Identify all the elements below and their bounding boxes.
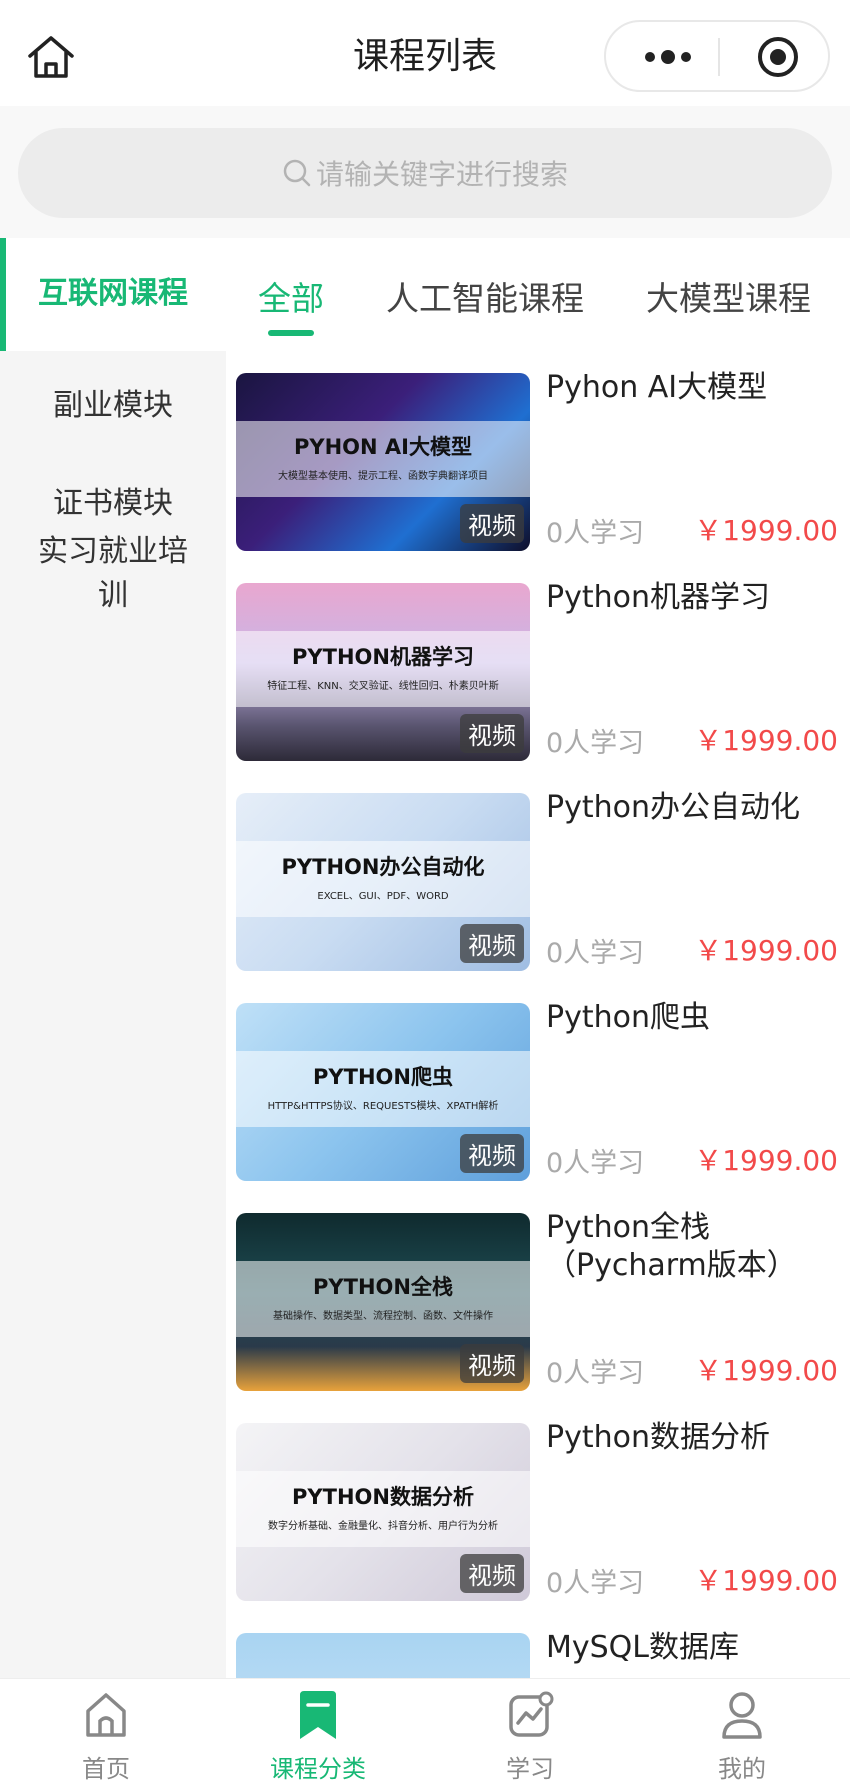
sidebar-item-internship[interactable]: 实习就业培训: [30, 530, 196, 618]
course-price: ￥1999.00: [694, 1564, 838, 1597]
sidebar-item-side-business[interactable]: 副业模块: [0, 384, 226, 428]
video-badge: 视频: [460, 714, 524, 753]
search-input[interactable]: 请输关键字进行搜索: [18, 128, 832, 218]
course-card[interactable]: MySQL数据库: [226, 1611, 850, 1678]
video-badge: 视频: [460, 1554, 524, 1593]
sidebar-item-certificate[interactable]: 证书模块: [0, 482, 226, 526]
course-card[interactable]: PYTHON办公自动化 EXCEL、GUI、PDF、WORD 视频 Python…: [226, 771, 850, 981]
course-list: PYHON AI大模型 大模型基本使用、提示工程、函数字典翻译项目 视频 Pyh…: [226, 351, 850, 1678]
course-price: ￥1999.00: [694, 514, 838, 547]
tab-active-indicator: [268, 330, 314, 336]
bottom-tab-bar: 首页 课程分类 学习 我的: [0, 1678, 850, 1790]
course-price: ￥1999.00: [694, 724, 838, 757]
search-placeholder: 请输关键字进行搜索: [315, 158, 568, 191]
tab-ai-courses[interactable]: 人工智能课程: [386, 272, 584, 320]
course-title: Pyhon AI大模型: [546, 370, 768, 405]
student-count: 0人学习: [546, 728, 645, 759]
course-card[interactable]: PYTHON全栈 基础操作、数据类型、流程控制、函数、文件操作 视频 Pytho…: [226, 1191, 850, 1401]
tab-label: 课程分类: [270, 1755, 366, 1783]
search-area: 请输关键字进行搜索: [0, 106, 850, 238]
tab-study[interactable]: 学习: [424, 1679, 636, 1790]
close-target-icon[interactable]: [756, 35, 800, 79]
tab-all[interactable]: 全部: [258, 272, 324, 320]
course-thumbnail: PYTHON办公自动化 EXCEL、GUI、PDF、WORD 视频: [236, 793, 530, 971]
course-thumbnail: [236, 1633, 530, 1678]
bookmark-icon: [300, 1691, 336, 1739]
student-count: 0人学习: [546, 1358, 645, 1389]
course-price: ￥1999.00: [694, 934, 838, 967]
video-badge: 视频: [460, 1134, 524, 1173]
student-count: 0人学习: [546, 1568, 645, 1599]
course-title: Python办公自动化: [546, 790, 800, 825]
more-icon[interactable]: [642, 47, 722, 67]
course-thumbnail: PYTHON爬虫 HTTP&HTTPS协议、REQUESTS模块、XPATH解析…: [236, 1003, 530, 1181]
video-badge: 视频: [460, 504, 524, 543]
study-chart-icon: [509, 1691, 554, 1737]
home-icon: [86, 1693, 126, 1737]
tab-label: 我的: [718, 1755, 766, 1783]
user-icon: [722, 1692, 762, 1739]
video-badge: 视频: [460, 1344, 524, 1383]
capsule-divider: [718, 38, 720, 76]
course-card[interactable]: PYHON AI大模型 大模型基本使用、提示工程、函数字典翻译项目 视频 Pyh…: [226, 351, 850, 561]
course-price: ￥1999.00: [694, 1354, 838, 1387]
course-thumbnail: PYHON AI大模型 大模型基本使用、提示工程、函数字典翻译项目 视频: [236, 373, 530, 551]
student-count: 0人学习: [546, 1148, 645, 1179]
tab-label: 学习: [506, 1755, 554, 1783]
tab-course-category[interactable]: 课程分类: [212, 1679, 424, 1790]
course-title: Python爬虫: [546, 1000, 710, 1035]
course-title: Python机器学习: [546, 580, 770, 615]
tab-home[interactable]: 首页: [0, 1679, 212, 1790]
course-title: MySQL数据库: [546, 1630, 740, 1665]
course-price: ￥1999.00: [694, 1144, 838, 1177]
video-badge: 视频: [460, 924, 524, 963]
search-icon: [283, 159, 311, 187]
tab-llm-courses[interactable]: 大模型课程: [646, 272, 811, 320]
course-title: Python数据分析: [546, 1420, 770, 1455]
course-card[interactable]: PYTHON数据分析 数字分析基础、金融量化、抖音分析、用户行为分析 视频 Py…: [226, 1401, 850, 1611]
mini-program-capsule: [604, 20, 830, 92]
student-count: 0人学习: [546, 938, 645, 969]
course-card[interactable]: PYTHON机器学习 特征工程、KNN、交叉验证、线性回归、朴素贝叶斯 视频 P…: [226, 561, 850, 771]
category-sidebar: 互联网课程 副业模块 证书模块 实习就业培训: [0, 238, 226, 1678]
course-thumbnail: PYTHON全栈 基础操作、数据类型、流程控制、函数、文件操作 视频: [236, 1213, 530, 1391]
course-thumbnail: PYTHON机器学习 特征工程、KNN、交叉验证、线性回归、朴素贝叶斯 视频: [236, 583, 530, 761]
tab-label: 首页: [82, 1755, 130, 1783]
tab-profile[interactable]: 我的: [636, 1679, 848, 1790]
sidebar-item-label: 互联网课程: [38, 276, 188, 311]
course-card[interactable]: PYTHON爬虫 HTTP&HTTPS协议、REQUESTS模块、XPATH解析…: [226, 981, 850, 1191]
student-count: 0人学习: [546, 518, 645, 549]
course-thumbnail: PYTHON数据分析 数字分析基础、金融量化、抖音分析、用户行为分析 视频: [236, 1423, 530, 1601]
top-navigation-bar: 课程列表: [0, 0, 850, 106]
course-title: Python全栈（Pycharm版本）: [546, 1210, 797, 1283]
sidebar-item-internet-courses[interactable]: 互联网课程: [0, 238, 226, 351]
subcategory-tabs: 全部 人工智能课程 大模型课程: [226, 238, 850, 351]
